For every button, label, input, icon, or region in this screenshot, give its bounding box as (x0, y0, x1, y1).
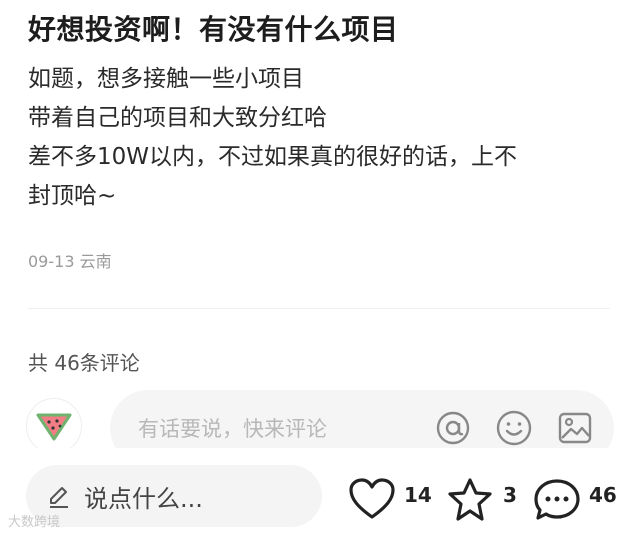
heart-icon[interactable] (348, 477, 396, 521)
star-count: 3 (503, 483, 517, 507)
emoji-icon[interactable] (495, 409, 533, 447)
bottom-bar: 说点什么... 14 3 46 (0, 448, 638, 533)
post-date: 09-13 (28, 252, 75, 271)
post-location: 云南 (79, 252, 112, 271)
comments-count: 共 46条评论 (28, 351, 140, 375)
like-count: 14 (404, 483, 432, 507)
post-title: 好想投资啊！有没有什么项目 (28, 13, 399, 46)
watermelon-icon (36, 413, 72, 441)
star-icon[interactable] (446, 477, 494, 523)
post-meta: 09-13 云南 (28, 248, 112, 272)
post-body-line: 封顶哈~ (28, 183, 117, 209)
pen-icon (50, 487, 68, 508)
say-something-input[interactable]: 说点什么... (26, 465, 322, 527)
comment-input-placeholder: 有话要说，快来评论 (138, 417, 327, 441)
at-icon[interactable] (434, 409, 472, 447)
divider (28, 308, 610, 309)
image-icon[interactable] (556, 409, 594, 447)
watermark: 大数跨境 (8, 515, 61, 530)
avatar[interactable] (26, 398, 82, 454)
say-something-label: 说点什么... (84, 485, 203, 513)
post-body: 如题，想多接触一些小项目 带着自己的项目和大致分红哈 差不多10W以内，不过如果… (28, 60, 618, 216)
post-body-line: 如题，想多接触一些小项目 (28, 66, 304, 92)
comment-icon[interactable] (533, 477, 581, 523)
post-body-line: 差不多10W以内，不过如果真的很好的话，上不 (28, 144, 518, 170)
post-body-line: 带着自己的项目和大致分红哈 (28, 105, 327, 131)
comment-count: 46 (589, 483, 617, 507)
